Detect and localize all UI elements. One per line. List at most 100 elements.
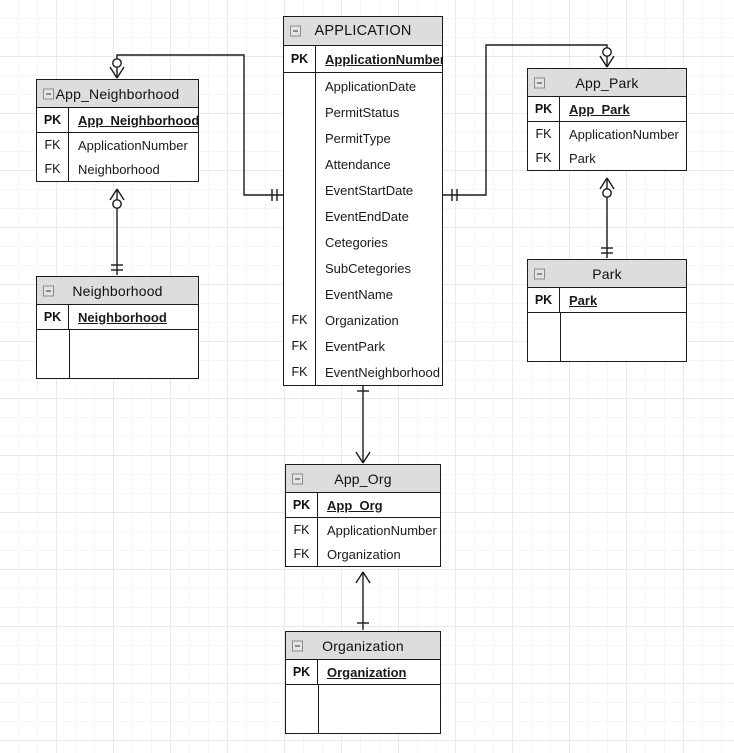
attribute-name: App_Neighborhood	[78, 112, 198, 128]
attribute-row[interactable]: EventName	[284, 281, 442, 307]
attribute-name: ApplicationNumber	[325, 51, 442, 67]
entity-application[interactable]: APPLICATION PK ApplicationNumber Applica…	[283, 16, 443, 386]
attribute-row[interactable]: Attendance	[284, 151, 442, 177]
attribute-name: Organization	[327, 546, 401, 562]
key-label: FK	[528, 122, 560, 146]
attribute-row[interactable]: SubCetegories	[284, 255, 442, 281]
entity-neighborhood[interactable]: Neighborhood PK Neighborhood	[36, 276, 199, 379]
entity-title: Organization	[322, 637, 404, 654]
minus-box-icon[interactable]	[534, 268, 545, 279]
attribute-row[interactable]: FK Organization	[286, 542, 440, 566]
attribute-name: EventEndDate	[325, 208, 409, 224]
diagram-canvas: APPLICATION PK ApplicationNumber Applica…	[0, 0, 734, 753]
attribute-row[interactable]: FK ApplicationNumber	[286, 518, 440, 542]
attribute-row[interactable]: ApplicationDate	[284, 73, 442, 99]
attribute-name: Cetegories	[325, 234, 388, 250]
attribute-name: App_Org	[327, 497, 383, 513]
entity-header-neighborhood[interactable]: Neighborhood	[37, 277, 198, 305]
key-label: PK	[286, 660, 318, 684]
entity-title: App_Park	[575, 74, 639, 91]
attribute-row[interactable]: PK Neighborhood	[37, 305, 198, 329]
attribute-group-keys: PK Organization	[286, 660, 440, 684]
entity-title: Neighborhood	[72, 282, 163, 299]
key-label	[284, 177, 316, 203]
key-label: PK	[528, 288, 560, 312]
attribute-group-empty	[37, 329, 198, 378]
attribute-name: ApplicationNumber	[78, 137, 188, 153]
attribute-name: EventStartDate	[325, 182, 414, 198]
minus-box-icon[interactable]	[534, 77, 545, 88]
attribute-group-fields: FK ApplicationNumber FK Neighborhood	[37, 132, 198, 181]
key-label: FK	[284, 307, 316, 333]
key-label: FK	[284, 333, 316, 359]
entity-header-app-park[interactable]: App_Park	[528, 69, 686, 97]
relationship-neighborhood-app_neighborhood	[109, 188, 125, 275]
column-divider	[69, 330, 70, 378]
key-label: PK	[37, 108, 69, 132]
attribute-row[interactable]: Cetegories	[284, 229, 442, 255]
entity-park[interactable]: Park PK Park	[527, 259, 687, 362]
attribute-row[interactable]: PK App_Neighborhood	[37, 108, 198, 132]
key-label: PK	[528, 97, 560, 121]
key-label	[284, 73, 316, 99]
attribute-row[interactable]: EventStartDate	[284, 177, 442, 203]
attribute-group-keys: PK Park	[528, 288, 686, 312]
key-label: FK	[284, 359, 316, 385]
attribute-row[interactable]: PK App_Park	[528, 97, 686, 121]
entity-header-app-neighborhood[interactable]: App_Neighborhood	[37, 80, 198, 108]
attribute-row[interactable]: EventEndDate	[284, 203, 442, 229]
attribute-row[interactable]: PK Park	[528, 288, 686, 312]
entity-header-organization[interactable]: Organization	[286, 632, 440, 660]
key-label	[284, 151, 316, 177]
minus-box-icon[interactable]	[43, 88, 54, 99]
column-divider	[318, 685, 319, 733]
entity-organization[interactable]: Organization PK Organization	[285, 631, 441, 734]
attribute-group-keys: PK App_Neighborhood	[37, 108, 198, 132]
attribute-row[interactable]: PK Organization	[286, 660, 440, 684]
entity-title: Park	[592, 265, 622, 282]
attribute-group-keys: PK Neighborhood	[37, 305, 198, 329]
attribute-row[interactable]: FK ApplicationNumber	[528, 122, 686, 146]
relationship-organization-app_org	[355, 571, 371, 630]
minus-box-icon[interactable]	[43, 285, 54, 296]
minus-box-icon[interactable]	[290, 25, 301, 37]
attribute-name: ApplicationNumber	[569, 126, 679, 142]
attribute-row[interactable]: FK EventPark	[284, 333, 442, 359]
minus-box-icon[interactable]	[292, 640, 303, 651]
entity-app-park[interactable]: App_Park PK App_Park FK ApplicationNumbe…	[527, 68, 687, 171]
attribute-name: EventName	[325, 286, 393, 302]
attribute-group-empty	[286, 684, 440, 733]
attribute-row[interactable]: PermitType	[284, 125, 442, 151]
attribute-row[interactable]: FK ApplicationNumber	[37, 133, 198, 157]
entity-app-neighborhood[interactable]: App_Neighborhood PK App_Neighborhood FK …	[36, 79, 199, 182]
attribute-row[interactable]: FK EventNeighborhood	[284, 359, 442, 385]
key-label	[284, 203, 316, 229]
attribute-group-empty	[528, 312, 686, 361]
entity-header-application[interactable]: APPLICATION	[284, 17, 442, 46]
attribute-row[interactable]: FK Neighborhood	[37, 157, 198, 181]
entity-title: App_Org	[334, 470, 392, 487]
entity-header-park[interactable]: Park	[528, 260, 686, 288]
key-label: FK	[286, 518, 318, 542]
minus-box-icon[interactable]	[292, 473, 303, 484]
attribute-name: Park	[569, 150, 596, 166]
attribute-row[interactable]: FK Organization	[284, 307, 442, 333]
attribute-row[interactable]: FK Park	[528, 146, 686, 170]
attribute-group-keys: PK App_Park	[528, 97, 686, 121]
key-label: FK	[286, 542, 318, 566]
attribute-name: Attendance	[325, 156, 391, 172]
entity-header-app-org[interactable]: App_Org	[286, 465, 440, 493]
entity-app-org[interactable]: App_Org PK App_Org FK ApplicationNumber …	[285, 464, 441, 567]
attribute-name: Park	[569, 292, 598, 308]
key-label: FK	[528, 146, 560, 170]
attribute-row[interactable]: PK ApplicationNumber	[284, 46, 442, 72]
attribute-row[interactable]: PK App_Org	[286, 493, 440, 517]
attribute-group-fields: FK ApplicationNumber FK Organization	[286, 517, 440, 566]
key-label	[284, 229, 316, 255]
key-label	[284, 281, 316, 307]
attribute-group-fields: FK ApplicationNumber FK Park	[528, 121, 686, 170]
relationship-park-app_park	[599, 177, 615, 258]
attribute-name: ApplicationDate	[325, 78, 417, 94]
attribute-row[interactable]: PermitStatus	[284, 99, 442, 125]
key-label	[284, 99, 316, 125]
